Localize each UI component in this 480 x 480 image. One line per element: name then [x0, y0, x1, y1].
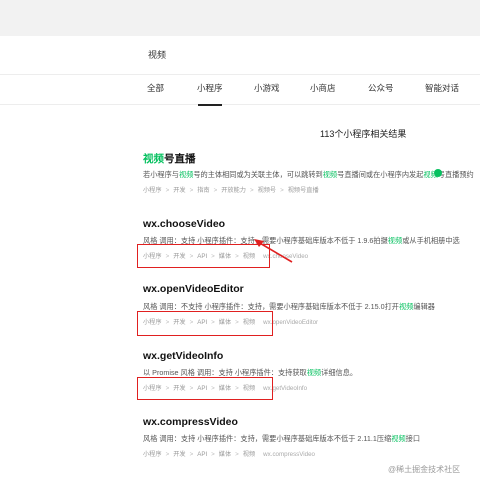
desc-highlight: 视频	[306, 368, 322, 377]
tab-minigame[interactable]: 小游戏	[254, 82, 280, 94]
crumb[interactable]: 开发	[173, 451, 185, 458]
desc-text: 号直播间或在小程序内发起	[337, 170, 424, 179]
desc-text: 号直播预约	[437, 170, 474, 179]
crumb[interactable]: API	[197, 451, 207, 458]
annotation-box	[137, 377, 273, 400]
result-url: wx.compressVideo	[263, 451, 315, 458]
result-desc: 若小程序与视频号的主体相同或为关联主体，可以跳转到视频号直播间或在小程序内发起视…	[143, 170, 474, 180]
desc-highlight: 视频	[398, 302, 414, 311]
desc-text: 风格 调用：支持 小程序插件：支持，需要小程序基础库版本不低于 2.11.1压缩	[143, 434, 392, 443]
desc-text: 若小程序与	[143, 170, 179, 179]
desc-text: 号的主体相同或为关联主体，可以跳转到	[193, 170, 323, 179]
annotation-box	[137, 311, 273, 336]
search-input[interactable]: 视频	[148, 48, 166, 61]
tab-official-account[interactable]: 公众号	[368, 82, 394, 94]
search-bar[interactable]: 视频	[0, 36, 480, 75]
desc-highlight: 视频	[178, 170, 194, 179]
breadcrumb: 小程序 > 开发 > 指南 > 开放能力 > 视频号 > 视频号直播	[143, 187, 319, 194]
annotation-box	[137, 244, 270, 268]
result-title-get-video-info[interactable]: wx.getVideoInfo	[143, 350, 223, 362]
result-title-open-video-editor[interactable]: wx.openVideoEditor	[143, 283, 244, 295]
result-title-compress-video[interactable]: wx.compressVideo	[143, 416, 238, 428]
page: 视频 全部 小程序 小游戏 小商店 公众号 智能对话 113个小程序相关结果 视…	[0, 0, 480, 480]
title-rest: 号直播	[164, 153, 196, 165]
desc-highlight: 视频	[391, 434, 406, 443]
top-band	[0, 0, 480, 36]
desc-text: 接口	[405, 434, 421, 443]
crumb[interactable]: 指南	[197, 187, 209, 194]
crumb[interactable]: 视频号	[258, 187, 277, 194]
desc-text: 或从手机相册中选	[402, 236, 460, 245]
tab-miniprogram[interactable]: 小程序	[197, 82, 223, 106]
tab-ministore[interactable]: 小商店	[310, 82, 336, 94]
tab-all[interactable]: 全部	[147, 82, 164, 94]
result-title-choose-video[interactable]: wx.chooseVideo	[143, 218, 225, 230]
result-desc: 风格 调用：支持 小程序插件：支持，需要小程序基础库版本不低于 2.11.1压缩…	[143, 434, 420, 444]
breadcrumb: 小程序 > 开发 > API > 媒体 > 视频 wx.compressVideo	[143, 451, 315, 458]
crumb[interactable]: 小程序	[143, 187, 162, 194]
annotation-arrow-icon	[254, 239, 293, 263]
crumb[interactable]: 视频号直播	[288, 187, 319, 194]
status-dot-icon	[434, 169, 442, 177]
result-count: 113个小程序相关结果	[320, 129, 407, 139]
desc-highlight: 视频	[322, 170, 338, 179]
crumb[interactable]: 小程序	[143, 451, 162, 458]
watermark: @稀土掘金技术社区	[388, 465, 461, 474]
crumb[interactable]: 视频	[243, 451, 255, 458]
desc-highlight: 视频	[387, 236, 403, 245]
crumb[interactable]: 开放能力	[221, 187, 246, 194]
desc-text: 编辑器	[413, 302, 435, 311]
result-title-live[interactable]: 视频号直播	[143, 151, 196, 166]
desc-text: 以 Promise 风格 调用：支持 小程序插件：支持获取	[143, 368, 307, 377]
crumb[interactable]: 媒体	[219, 451, 231, 458]
tab-bar: 全部 小程序 小游戏 小商店 公众号 智能对话	[0, 74, 480, 106]
desc-text: 详细信息。	[321, 368, 358, 377]
title-highlight: 视频	[143, 153, 164, 165]
desc-text: 风格 调用：不支持 小程序插件：支持，需要小程序基础库版本不低于 2.15.0打…	[143, 302, 399, 311]
crumb[interactable]: 开发	[173, 187, 185, 194]
tab-smart-chat[interactable]: 智能对话	[425, 82, 459, 94]
